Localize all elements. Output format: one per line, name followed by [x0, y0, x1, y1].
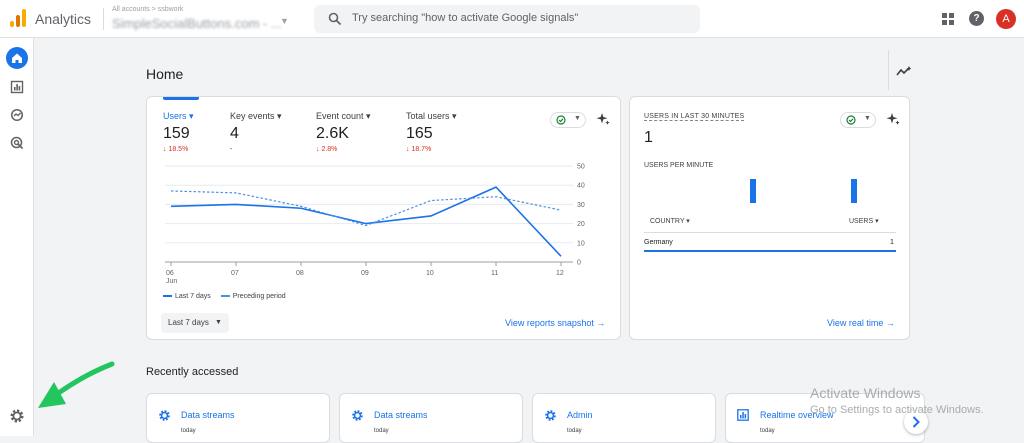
table-row-bar: [644, 250, 896, 252]
app-name[interactable]: Analytics: [35, 11, 91, 27]
header-divider-vertical: [888, 50, 889, 90]
header-divider: [103, 8, 104, 30]
avatar[interactable]: A: [996, 9, 1016, 29]
series-line-preceding-period: [170, 190, 562, 227]
gear-icon[interactable]: [9, 408, 25, 424]
recent-item-time: today: [567, 428, 582, 434]
y-tick-label: 20: [577, 221, 585, 228]
series-line-last-7-days: [170, 186, 562, 257]
analytics-logo-icon[interactable]: [10, 9, 26, 27]
column-header-country[interactable]: COUNTRY ▾: [650, 217, 690, 225]
recently-accessed-title: Recently accessed: [146, 366, 239, 378]
recent-item-time: today: [374, 428, 389, 434]
report-icon: [737, 409, 749, 421]
view-real-time-link[interactable]: View real time →: [827, 318, 895, 328]
view-reports-snapshot-link[interactable]: View reports snapshot →: [505, 318, 605, 328]
users-per-minute-bar[interactable]: [851, 179, 857, 203]
y-tick-label: 30: [577, 202, 585, 209]
property-chevron-down-icon[interactable]: ▼: [280, 16, 289, 26]
check-circle-icon: [846, 115, 856, 125]
realtime-title[interactable]: USERS IN LAST 30 MINUTES: [644, 113, 745, 121]
column-header-users[interactable]: USERS ▾: [849, 217, 879, 225]
realtime-value: 1: [644, 129, 653, 146]
link-text: View reports snapshot: [505, 318, 594, 328]
y-tick-label: 10: [577, 240, 585, 247]
y-tick-label: 0: [577, 260, 581, 267]
x-tick-label: 08: [296, 270, 304, 277]
nav-reports-button[interactable]: [6, 76, 28, 98]
x-tick-label: 12: [556, 270, 564, 277]
page-title: Home: [146, 66, 184, 82]
table-cell-users: 1: [890, 239, 894, 246]
search-placeholder: Try searching "how to activate Google si…: [352, 12, 579, 24]
table-cell-country: Germany: [644, 239, 673, 246]
recent-item-label: Admin: [567, 410, 593, 420]
property-selector[interactable]: SimpleSocialButtons.com - ...: [112, 16, 282, 31]
left-nav-rail: [0, 38, 34, 436]
bar-chart-icon: [10, 80, 24, 94]
column-label: USERS: [849, 218, 874, 225]
line-chart[interactable]: 0 10 20 30 40 50 06Jun 07 08 09 10 11 12: [147, 97, 622, 297]
nav-explore-button[interactable]: [6, 104, 28, 126]
overview-card: Users ▾ 159 ↓ 18.5% Key events ▾ 4 - Eve…: [146, 96, 621, 340]
account-breadcrumb[interactable]: All accounts > ssbwork: [112, 6, 183, 13]
x-tick-sublabel: Jun: [166, 278, 177, 285]
annotation-arrow: [38, 361, 115, 408]
insights-icon[interactable]: [896, 65, 912, 77]
nav-advertising-button[interactable]: [6, 132, 28, 154]
y-tick-label: 50: [577, 164, 585, 171]
advertising-icon: [10, 136, 24, 150]
recent-item-label: Data streams: [181, 410, 235, 420]
users-per-minute-label: USERS PER MINUTE: [644, 162, 714, 169]
column-label: COUNTRY: [650, 218, 685, 225]
table-divider: [644, 232, 896, 233]
recent-item-time: today: [181, 428, 196, 434]
sparkle-icon[interactable]: [886, 112, 900, 126]
date-range-label: Last 7 days: [168, 318, 209, 327]
search-icon: [328, 12, 342, 26]
recent-item-time: today: [760, 428, 775, 434]
home-icon: [12, 53, 22, 63]
link-text: View real time: [827, 318, 884, 328]
users-per-minute-bar[interactable]: [750, 179, 757, 203]
gear-icon: [352, 410, 363, 421]
realtime-card: USERS IN LAST 30 MINUTES 1 ▼ USERS PER M…: [629, 96, 910, 340]
help-icon[interactable]: ?: [969, 11, 984, 26]
top-bar: Analytics All accounts > ssbwork SimpleS…: [0, 0, 1024, 38]
search-bar[interactable]: Try searching "how to activate Google si…: [314, 5, 700, 33]
explore-icon: [10, 108, 24, 122]
recent-item-label: Data streams: [374, 410, 428, 420]
gear-icon: [545, 410, 556, 421]
x-tick-label: 10: [426, 270, 434, 277]
legend-label: Preceding period: [232, 293, 286, 300]
gear-icon: [159, 410, 170, 421]
y-tick-label: 40: [577, 183, 585, 190]
nav-home-button[interactable]: [6, 47, 28, 69]
x-tick-label: 07: [231, 270, 239, 277]
arrow-right-icon: →: [885, 318, 895, 328]
data-quality-dropdown[interactable]: ▼: [840, 112, 876, 128]
chevron-down-icon: ▼: [864, 115, 871, 122]
chevron-right-icon: [912, 416, 920, 428]
legend-swatch-solid: [163, 295, 172, 298]
date-range-select[interactable]: Last 7 days ▼: [161, 313, 229, 333]
x-tick-label: 09: [361, 270, 369, 277]
chart-legend: Last 7 days Preceding period: [163, 293, 286, 300]
chevron-down-icon: ▼: [215, 319, 222, 326]
windows-watermark-subtitle: Go to Settings to activate Windows.: [810, 404, 984, 416]
legend-label: Last 7 days: [175, 293, 211, 300]
apps-grid-icon[interactable]: [941, 12, 955, 26]
arrow-right-icon: →: [596, 318, 606, 328]
legend-swatch-dashed: [220, 295, 230, 298]
windows-watermark-title: Activate Windows: [810, 385, 921, 401]
x-tick-label: 06: [166, 270, 174, 277]
x-tick-label: 11: [491, 270, 498, 277]
